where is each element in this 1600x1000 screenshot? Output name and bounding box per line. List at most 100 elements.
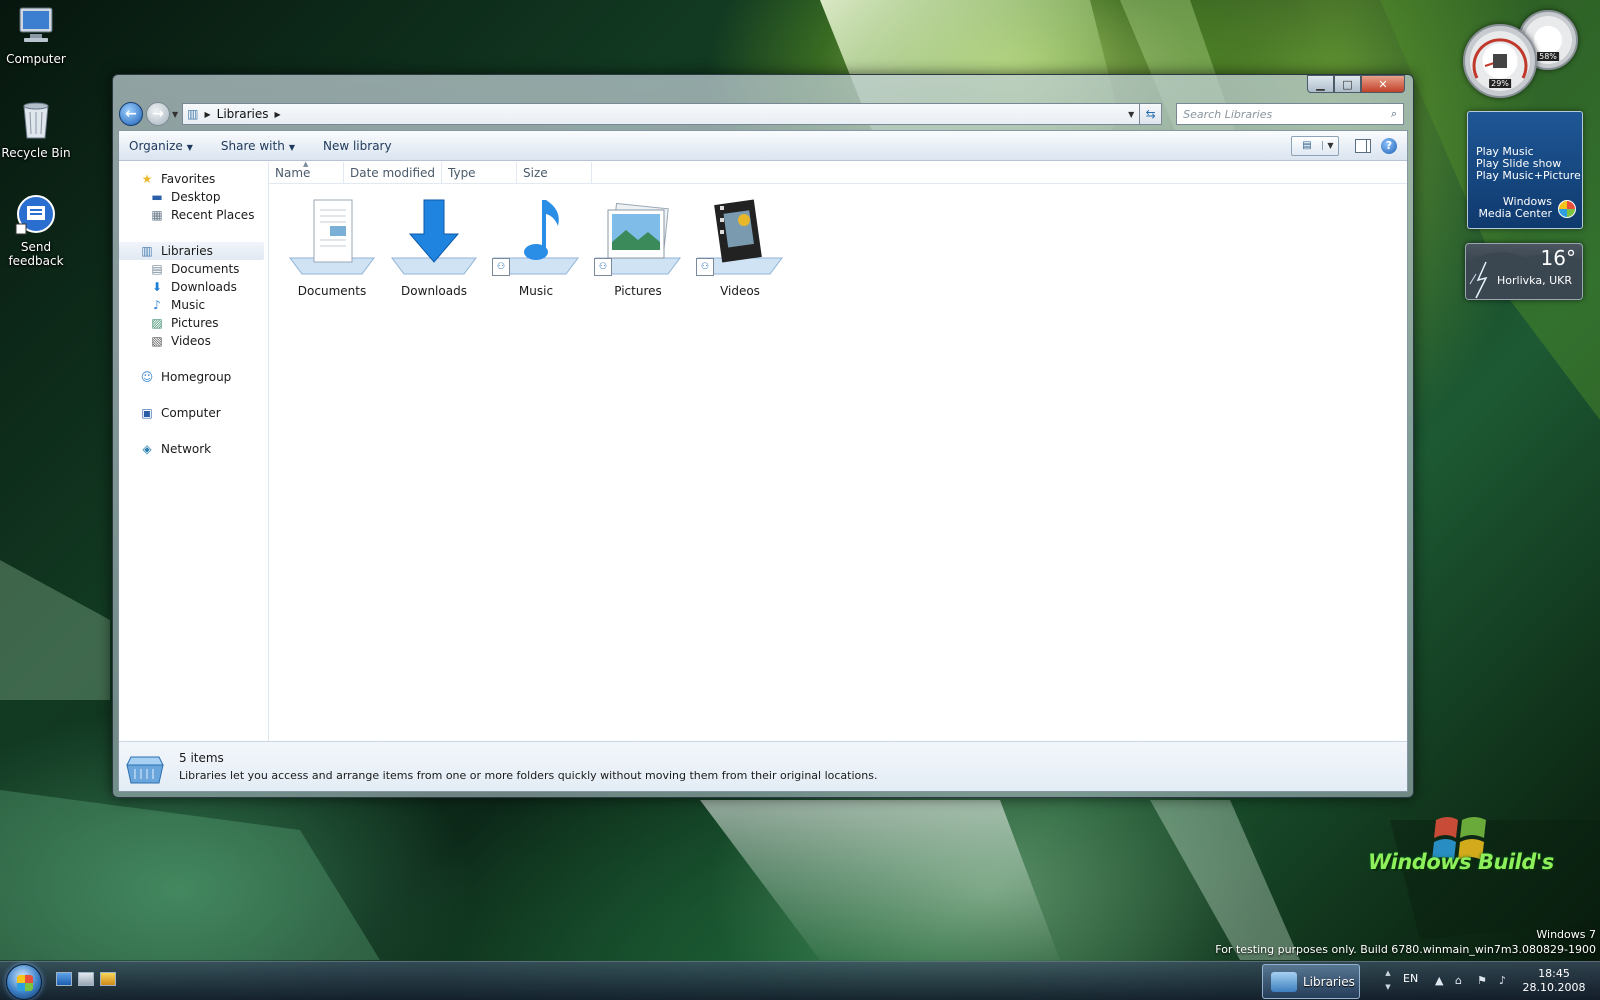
nav-item-desktop[interactable]: ▬ Desktop xyxy=(119,188,268,206)
column-name[interactable]: ▲ Name xyxy=(269,160,344,183)
share-with-button[interactable]: Share with ▼ xyxy=(221,139,295,153)
nav-item-pictures[interactable]: ▨ Pictures xyxy=(119,314,268,332)
change-view-button[interactable]: ▤ ▼ xyxy=(1291,135,1339,156)
column-date-modified[interactable]: Date modified xyxy=(344,162,442,183)
clock-time: 18:45 xyxy=(1538,967,1570,980)
feedback-icon xyxy=(14,192,58,236)
videos-library-icon: ⚇ xyxy=(694,196,786,276)
libraries-icon xyxy=(1271,971,1297,992)
maximize-button[interactable]: □ xyxy=(1334,75,1361,93)
nav-item-recent-places[interactable]: ▦ Recent Places xyxy=(119,206,268,224)
explorer-window: ▁ □ ✕ ← → ▼ ▥ ▶ Libraries ▶ ▼ ⇆ Search L… xyxy=(112,74,1414,798)
nav-item-favorites[interactable]: ★ Favorites xyxy=(119,170,268,188)
nav-label: Music xyxy=(171,298,206,312)
library-item-documents[interactable]: Documents xyxy=(281,196,383,298)
computer-icon: ▣ xyxy=(141,406,153,420)
item-count: 5 items xyxy=(179,751,224,765)
nav-item-music[interactable]: ♪ Music xyxy=(119,296,268,314)
organize-label: Organize xyxy=(129,138,183,153)
network-tray-icon[interactable]: ⌂ xyxy=(1455,974,1462,987)
nav-item-documents[interactable]: ▤ Documents xyxy=(119,260,268,278)
library-items: Documents Downloads ⚇ Music ⚇ Pictures ⚇… xyxy=(269,184,1407,298)
nav-label: Libraries xyxy=(161,244,213,258)
cpu-percent: 29% xyxy=(1489,78,1511,88)
homegroup-icon: ☺ xyxy=(140,370,154,384)
main-area: ★ Favorites ▬ Desktop ▦ Recent Places ▥ Libr… xyxy=(119,160,1407,741)
quicklaunch-desktop-icon[interactable] xyxy=(56,972,72,986)
windows-builds-logo: Windows Build's xyxy=(1368,817,1554,874)
libraries-icon: ▥ xyxy=(141,244,153,258)
desktop-icon-send-feedback[interactable]: Send feedback xyxy=(0,192,74,268)
minimize-button[interactable]: ▁ xyxy=(1307,75,1334,93)
forward-button[interactable]: → xyxy=(146,102,170,126)
help-button[interactable]: ? xyxy=(1381,137,1397,154)
action-center-icon[interactable]: ⚑ xyxy=(1477,974,1487,987)
navigation-pane: ★ Favorites ▬ Desktop ▦ Recent Places ▥ Libr… xyxy=(119,162,269,741)
chevron-right-icon[interactable]: ▶ xyxy=(274,110,280,119)
details-pane: 5 items Libraries let you access and arr… xyxy=(119,741,1407,791)
watermark-text: Windows Build's xyxy=(1368,850,1554,874)
quicklaunch-media-icon[interactable] xyxy=(100,972,116,986)
language-indicator[interactable]: EN xyxy=(1403,972,1418,985)
videos-icon: ▧ xyxy=(151,334,163,348)
build-line-1: Windows 7 xyxy=(1536,928,1596,941)
memory-percent: 58% xyxy=(1537,52,1559,62)
breadcrumb-libraries[interactable]: Libraries xyxy=(217,107,269,121)
address-dropdown-icon[interactable]: ▼ xyxy=(1123,110,1139,119)
library-item-videos[interactable]: ⚇ Videos xyxy=(689,196,791,298)
details-description: Libraries let you access and arrange ite… xyxy=(179,769,878,782)
taskbar-button-libraries[interactable]: Libraries xyxy=(1262,964,1360,999)
pictures-library-icon: ⚇ xyxy=(592,196,684,276)
windows-logo-icon xyxy=(1558,200,1576,218)
column-type[interactable]: Type xyxy=(442,162,517,183)
item-label: Documents xyxy=(297,284,367,298)
clock[interactable]: 18:45 28.10.2008 xyxy=(1520,967,1588,995)
weather-gadget[interactable]: 16° Horlivka, UKR xyxy=(1465,243,1583,300)
refresh-button[interactable]: ⇆ xyxy=(1140,103,1163,125)
recent-places-icon: ▦ xyxy=(151,208,163,222)
nav-label: Videos xyxy=(171,334,211,348)
quicklaunch-explorer-icon[interactable] xyxy=(78,972,94,986)
pictures-icon: ▨ xyxy=(151,316,163,330)
nav-label: Downloads xyxy=(171,280,237,294)
item-label: Videos xyxy=(720,284,760,298)
nav-label: Homegroup xyxy=(161,370,232,384)
new-library-button[interactable]: New library xyxy=(323,139,392,153)
back-button[interactable]: ← xyxy=(119,102,143,126)
desktop-icon-computer[interactable]: Computer xyxy=(0,4,74,66)
taskbar: Libraries ▲ ▼ EN ▲ ⌂ ⚑ ♪ 18:45 28.10.2008 xyxy=(0,961,1600,1000)
organize-button[interactable]: Organize ▼ xyxy=(129,139,193,153)
volume-icon[interactable]: ♪ xyxy=(1499,974,1506,987)
item-label: Pictures xyxy=(614,284,662,298)
nav-item-libraries[interactable]: ▥ Libraries xyxy=(119,242,264,260)
downloads-library-icon xyxy=(388,196,480,276)
play-music-picture-link[interactable]: Play Music+Picture xyxy=(1476,170,1582,182)
chevron-down-icon[interactable]: ▼ xyxy=(1322,141,1338,150)
desktop-icon-label: Computer xyxy=(6,52,66,66)
library-item-music[interactable]: ⚇ Music xyxy=(485,196,587,298)
library-item-pictures[interactable]: ⚇ Pictures xyxy=(587,196,689,298)
nav-item-network[interactable]: ◈ Network xyxy=(119,440,268,458)
column-size[interactable]: Size xyxy=(517,162,592,183)
recent-pages-dropdown[interactable]: ▼ xyxy=(172,110,178,119)
build-line-2: For testing purposes only. Build 6780.wi… xyxy=(1215,943,1596,956)
downloads-icon: ⬇ xyxy=(151,280,163,294)
taskbar-scroll[interactable]: ▲ ▼ xyxy=(1383,966,1393,994)
search-input[interactable]: Search Libraries ⌕ xyxy=(1176,103,1405,125)
start-button[interactable] xyxy=(6,964,42,1000)
show-hidden-icons-icon[interactable]: ▲ xyxy=(1435,974,1443,987)
address-bar[interactable]: ▥ ▶ Libraries ▶ ▼ xyxy=(182,103,1141,125)
nav-item-videos[interactable]: ▧ Videos xyxy=(119,332,268,350)
close-button[interactable]: ✕ xyxy=(1361,75,1405,93)
cpu-meter-gadget[interactable]: 29% xyxy=(1463,24,1537,98)
chevron-right-icon[interactable]: ▶ xyxy=(205,110,211,119)
desktop-icon-recycle-bin[interactable]: Recycle Bin xyxy=(0,98,74,160)
preview-pane-button[interactable] xyxy=(1355,138,1371,153)
column-label: Date modified xyxy=(350,165,436,180)
desktop-icon-label: Recycle Bin xyxy=(1,146,71,160)
nav-item-downloads[interactable]: ⬇ Downloads xyxy=(119,278,268,296)
column-headers: ▲ Name Date modified Type Size xyxy=(269,160,1407,184)
nav-item-homegroup[interactable]: ☺ Homegroup xyxy=(119,368,268,386)
nav-item-computer[interactable]: ▣ Computer xyxy=(119,404,268,422)
library-item-downloads[interactable]: Downloads xyxy=(383,196,485,298)
